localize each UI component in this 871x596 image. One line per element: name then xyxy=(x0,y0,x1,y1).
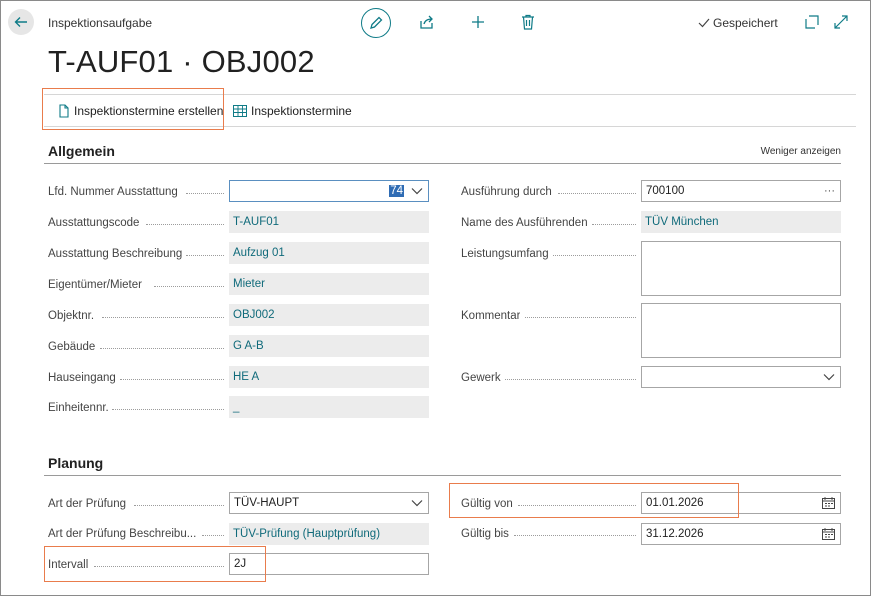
entrance-value: HE A xyxy=(229,366,429,388)
executed-by-field[interactable]: 700100 ··· xyxy=(641,180,841,202)
field-label: Einheitennr. xyxy=(48,402,109,414)
equipment-number-field[interactable]: 74 xyxy=(229,180,429,202)
dot-leader xyxy=(102,317,224,318)
field-label: Ausstattung Beschreibung xyxy=(48,248,183,260)
dot-leader xyxy=(202,535,224,536)
equipment-code-value: T-AUF01 xyxy=(229,211,429,233)
field-label: Gebäude xyxy=(48,341,96,353)
field-label: Ausführung durch xyxy=(461,186,552,198)
dot-leader xyxy=(558,193,636,194)
equipment-description-value: Aufzug 01 xyxy=(229,242,429,264)
more-options-icon[interactable]: ··· xyxy=(824,181,835,201)
section-divider xyxy=(44,163,841,164)
expand-icon xyxy=(834,15,848,29)
scope-of-work-textarea[interactable] xyxy=(641,241,841,296)
checkmark-icon xyxy=(698,18,710,28)
field-label: Gewerk xyxy=(461,372,501,384)
pencil-icon xyxy=(370,16,383,29)
open-new-window-button[interactable] xyxy=(803,13,821,31)
unit-number-value: _ xyxy=(229,396,429,418)
share-button[interactable] xyxy=(418,13,436,31)
dot-leader xyxy=(505,379,636,380)
field-label: Leistungsumfang xyxy=(461,248,549,260)
back-button[interactable] xyxy=(8,9,34,35)
dot-leader xyxy=(514,535,636,536)
dot-leader xyxy=(134,505,224,506)
field-value: TÜV-HAUPT xyxy=(234,497,300,509)
page-caption: Inspektionsaufgabe xyxy=(48,16,153,30)
field-label: Art der Prüfung Beschreibu... xyxy=(48,528,197,540)
trash-icon xyxy=(522,14,534,30)
dot-leader xyxy=(186,193,224,194)
plus-icon xyxy=(472,16,484,28)
section-title-planning: Planung xyxy=(48,455,104,471)
field-label: Lfd. Nummer Ausstattung xyxy=(48,186,178,198)
field-label: Objektnr. xyxy=(48,310,95,322)
highlight-frame xyxy=(42,88,224,130)
chevron-down-icon[interactable] xyxy=(823,367,835,387)
section-divider xyxy=(44,475,841,476)
field-value: 700100 xyxy=(646,185,685,197)
new-button[interactable] xyxy=(469,13,487,31)
dot-leader xyxy=(112,409,224,410)
dot-leader xyxy=(100,348,224,349)
owner-tenant-value: Mieter xyxy=(229,273,429,295)
highlight-frame xyxy=(449,483,739,518)
dot-leader xyxy=(154,286,224,287)
object-number-value: OBJ002 xyxy=(229,304,429,326)
dot-leader xyxy=(525,317,636,318)
field-label: Art der Prüfung xyxy=(48,498,126,510)
dot-leader xyxy=(592,224,636,225)
field-value: 31.12.2026 xyxy=(646,528,704,540)
field-label: Eigentümer/Mieter xyxy=(48,279,142,291)
open-in-new-window-icon xyxy=(805,15,819,29)
valid-to-field[interactable]: 31.12.2026 xyxy=(641,523,841,545)
field-label: Ausstattungscode xyxy=(48,217,140,229)
executor-name-value: TÜV München xyxy=(641,211,841,233)
chevron-down-icon[interactable] xyxy=(411,181,423,201)
building-value: G A-B xyxy=(229,335,429,357)
delete-button[interactable] xyxy=(519,13,537,31)
field-label: Gültig bis xyxy=(461,528,509,540)
trade-dropdown[interactable] xyxy=(641,366,841,388)
saved-label: Gespeichert xyxy=(713,16,778,30)
field-label: Name des Ausführenden xyxy=(461,217,588,229)
highlight-frame xyxy=(44,546,266,582)
dot-leader xyxy=(186,255,224,256)
chevron-down-icon[interactable] xyxy=(411,493,423,513)
section-title-general: Allgemein xyxy=(48,143,115,159)
dot-leader xyxy=(553,255,636,256)
edit-button[interactable] xyxy=(361,8,391,38)
share-icon xyxy=(420,15,433,29)
field-label: Hauseingang xyxy=(48,372,116,384)
calendar-icon[interactable] xyxy=(822,493,835,513)
arrow-left-icon xyxy=(14,17,27,27)
show-less-link[interactable]: Weniger anzeigen xyxy=(761,146,841,157)
comment-textarea[interactable] xyxy=(641,303,841,358)
inspection-type-description-value: TÜV-Prüfung (Hauptprüfung) xyxy=(229,523,429,545)
action-inspection-dates[interactable]: Inspektionstermine xyxy=(233,104,352,118)
dot-leader xyxy=(146,224,224,225)
action-label: Inspektionstermine xyxy=(251,104,352,118)
inspection-type-dropdown[interactable]: TÜV-HAUPT xyxy=(229,492,429,514)
saved-status: Gespeichert xyxy=(698,16,778,30)
calendar-icon[interactable] xyxy=(822,524,835,544)
expand-button[interactable] xyxy=(832,13,850,31)
table-icon xyxy=(233,105,247,117)
page-title: T-AUF01 · OBJ002 xyxy=(48,44,315,79)
field-label: Kommentar xyxy=(461,310,521,322)
dot-leader xyxy=(120,379,224,380)
field-value: 74 xyxy=(389,185,404,197)
